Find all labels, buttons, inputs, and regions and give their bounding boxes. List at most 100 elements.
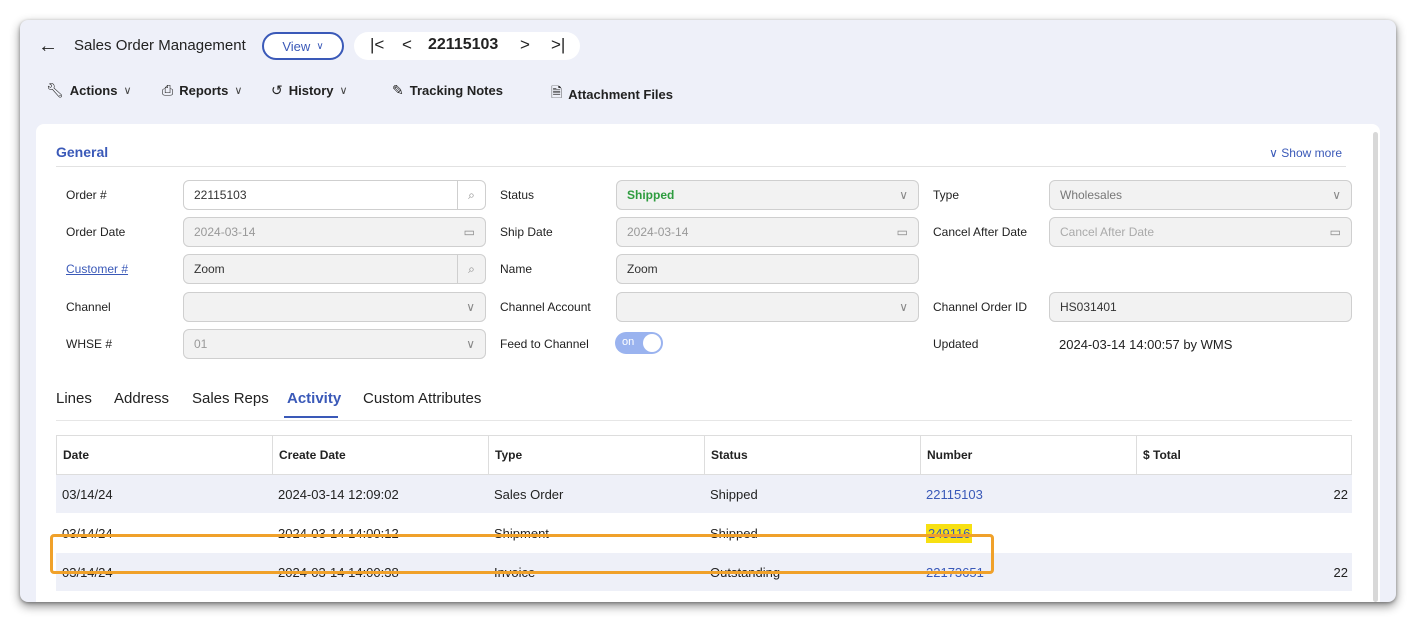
app-window: ← Sales Order Management View ∨ |< < 221… bbox=[20, 20, 1396, 602]
file-plus-icon: 🗎︎ bbox=[551, 84, 563, 100]
attachment-files-label: Attachment Files bbox=[568, 86, 674, 102]
order-card: General ∨ Show more Order # 22115103 ⌕ O… bbox=[36, 124, 1380, 602]
whse-select[interactable]: 01 ∨ bbox=[183, 329, 486, 359]
channel-select[interactable]: ∨ bbox=[183, 292, 486, 322]
tab-sales-reps[interactable]: Sales Reps bbox=[192, 390, 269, 407]
column-header-status[interactable]: Status bbox=[705, 436, 921, 474]
order-date-field: 2024-03-14 ▭ bbox=[183, 217, 486, 247]
column-header-total[interactable]: $ Total bbox=[1137, 436, 1351, 474]
channel-order-id-field: HS031401 bbox=[1049, 292, 1352, 322]
tab-custom-attributes[interactable]: Custom Attributes bbox=[363, 390, 481, 407]
tab-activity[interactable]: Activity bbox=[287, 390, 341, 407]
cancel-after-date-placeholder: Cancel After Date bbox=[1060, 225, 1155, 239]
printer-icon: ⎙ bbox=[162, 82, 174, 98]
feed-to-channel-label: Feed to Channel bbox=[500, 337, 589, 351]
reports-menu[interactable]: ⎙ Reports ∨ bbox=[162, 82, 242, 99]
column-header-number[interactable]: Number bbox=[921, 436, 1137, 474]
history-menu[interactable]: ↺ History ∨ bbox=[271, 82, 348, 99]
show-more-link[interactable]: ∨ Show more bbox=[1269, 146, 1342, 160]
ship-date-label: Ship Date bbox=[500, 225, 553, 239]
table-row[interactable]: 03/14/24 2024-03-14 12:09:02 Sales Order… bbox=[56, 475, 1352, 513]
divider bbox=[56, 166, 1346, 167]
channel-order-id-value: HS031401 bbox=[1060, 300, 1117, 314]
wrench-icon: 🔧︎ bbox=[46, 82, 64, 98]
name-field: Zoom bbox=[616, 254, 919, 284]
calendar-icon: ▭ bbox=[1329, 225, 1341, 239]
channel-account-select[interactable]: ∨ bbox=[616, 292, 919, 322]
toggle-state: on bbox=[622, 336, 635, 348]
status-label: Status bbox=[500, 188, 535, 202]
chevron-down-icon: ∨ bbox=[899, 300, 908, 314]
type-label: Type bbox=[933, 188, 960, 202]
arrow-left-icon[interactable]: ← bbox=[38, 35, 58, 58]
chevron-down-icon: ∨ bbox=[234, 85, 243, 97]
order-date-value: 2024-03-14 bbox=[194, 225, 256, 239]
pen-icon: ✎ bbox=[392, 82, 404, 98]
customer-number-field[interactable]: Zoom ⌕ bbox=[183, 254, 486, 284]
actions-label: Actions bbox=[69, 83, 118, 98]
first-record-icon[interactable]: |< bbox=[370, 35, 384, 55]
cancel-after-date-field[interactable]: Cancel After Date ▭ bbox=[1049, 217, 1352, 247]
status-value: Shipped bbox=[627, 188, 675, 202]
divider bbox=[56, 420, 1352, 421]
cell-total bbox=[1136, 514, 1352, 552]
tracking-notes-label: Tracking Notes bbox=[409, 83, 503, 98]
chevron-down-icon: ∨ bbox=[899, 188, 908, 202]
show-more-label: Show more bbox=[1281, 146, 1342, 160]
calendar-icon: ▭ bbox=[896, 225, 908, 239]
tracking-notes-button[interactable]: ✎ Tracking Notes bbox=[392, 82, 503, 99]
column-header-type[interactable]: Type bbox=[489, 436, 705, 474]
search-icon[interactable]: ⌕ bbox=[457, 255, 485, 283]
tab-address[interactable]: Address bbox=[114, 390, 169, 407]
type-select[interactable]: Wholesales ∨ bbox=[1049, 180, 1352, 210]
active-tab-indicator bbox=[284, 416, 338, 418]
cell-date: 03/14/24 bbox=[62, 486, 113, 502]
next-record-icon[interactable]: > bbox=[520, 35, 530, 55]
reports-label: Reports bbox=[179, 83, 229, 98]
previous-record-icon[interactable]: < bbox=[402, 35, 412, 55]
chevron-down-icon: ∨ bbox=[316, 40, 324, 52]
column-header-create-date[interactable]: Create Date bbox=[273, 436, 489, 474]
status-select[interactable]: Shipped ∨ bbox=[616, 180, 919, 210]
tab-lines[interactable]: Lines bbox=[56, 390, 92, 407]
whse-label: WHSE # bbox=[66, 337, 113, 351]
search-icon[interactable]: ⌕ bbox=[457, 181, 485, 209]
order-date-label: Order Date bbox=[66, 225, 126, 239]
updated-label: Updated bbox=[933, 337, 979, 351]
cell-total: 22 bbox=[1333, 486, 1348, 502]
name-value: Zoom bbox=[627, 262, 658, 276]
history-icon: ↺ bbox=[271, 82, 283, 98]
calendar-icon: ▭ bbox=[463, 225, 475, 239]
scrollbar[interactable] bbox=[1373, 132, 1378, 602]
feed-to-channel-toggle[interactable]: on bbox=[615, 332, 663, 354]
view-label: View bbox=[282, 38, 311, 54]
customer-number-link[interactable]: Customer # bbox=[66, 262, 128, 276]
highlight-box bbox=[50, 534, 994, 574]
cancel-after-date-label: Cancel After Date bbox=[933, 225, 1028, 239]
attachment-files-button[interactable]: 🗎︎ Attachment Files bbox=[551, 82, 673, 106]
type-value: Wholesales bbox=[1060, 188, 1123, 202]
chevron-down-icon: ∨ bbox=[123, 85, 132, 97]
page-title: Sales Order Management bbox=[74, 37, 246, 54]
chevron-down-icon: ∨ bbox=[466, 337, 475, 351]
cell-status: Shipped bbox=[710, 486, 758, 502]
cell-number-link[interactable]: 22115103 bbox=[920, 475, 1136, 513]
column-header-date[interactable]: Date bbox=[57, 436, 273, 474]
order-number-label: Order # bbox=[66, 188, 107, 202]
last-record-icon[interactable]: >| bbox=[551, 35, 565, 55]
history-label: History bbox=[288, 83, 334, 98]
channel-label: Channel bbox=[66, 300, 111, 314]
view-button[interactable]: View ∨ bbox=[262, 32, 344, 60]
chevron-down-icon: ∨ bbox=[1269, 146, 1278, 160]
chevron-down-icon: ∨ bbox=[1332, 188, 1341, 202]
ship-date-field: 2024-03-14 ▭ bbox=[616, 217, 919, 247]
order-number-value: 22115103 bbox=[194, 188, 247, 202]
channel-order-id-label: Channel Order ID bbox=[933, 300, 1028, 314]
order-number-field[interactable]: 22115103 ⌕ bbox=[183, 180, 486, 210]
chevron-down-icon: ∨ bbox=[466, 300, 475, 314]
actions-menu[interactable]: 🔧︎ Actions ∨ bbox=[46, 82, 132, 99]
customer-value: Zoom bbox=[194, 262, 225, 276]
chevron-down-icon: ∨ bbox=[339, 85, 348, 97]
general-section-title: General bbox=[56, 144, 109, 160]
record-navigator: |< < 22115103 > >| bbox=[354, 32, 580, 60]
